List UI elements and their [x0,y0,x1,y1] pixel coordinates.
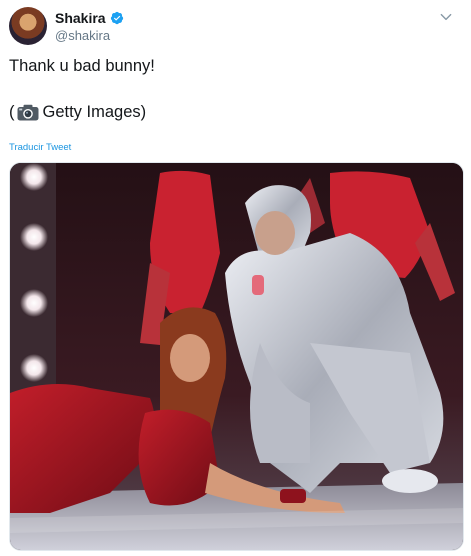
author-name-row[interactable]: Shakira [55,10,124,26]
tweet-photo[interactable] [9,162,464,551]
tweet-text-line-2: ( Getty Images) [9,103,146,122]
camera-icon [17,104,38,121]
author-name[interactable]: Shakira [55,10,106,26]
tweet-text-line-1: Thank u bad bunny! [9,57,155,75]
author-handle[interactable]: @shakira [55,28,110,43]
chevron-down-icon[interactable] [439,10,453,24]
author-avatar[interactable] [9,7,47,45]
tweet-text-credit: Getty Images) [42,103,147,121]
tweet-photo-illustration [10,163,463,550]
translate-tweet-link[interactable]: Traducir Tweet [9,142,71,153]
verified-badge-icon [110,11,123,25]
tweet-text-paren: ( [9,103,15,121]
